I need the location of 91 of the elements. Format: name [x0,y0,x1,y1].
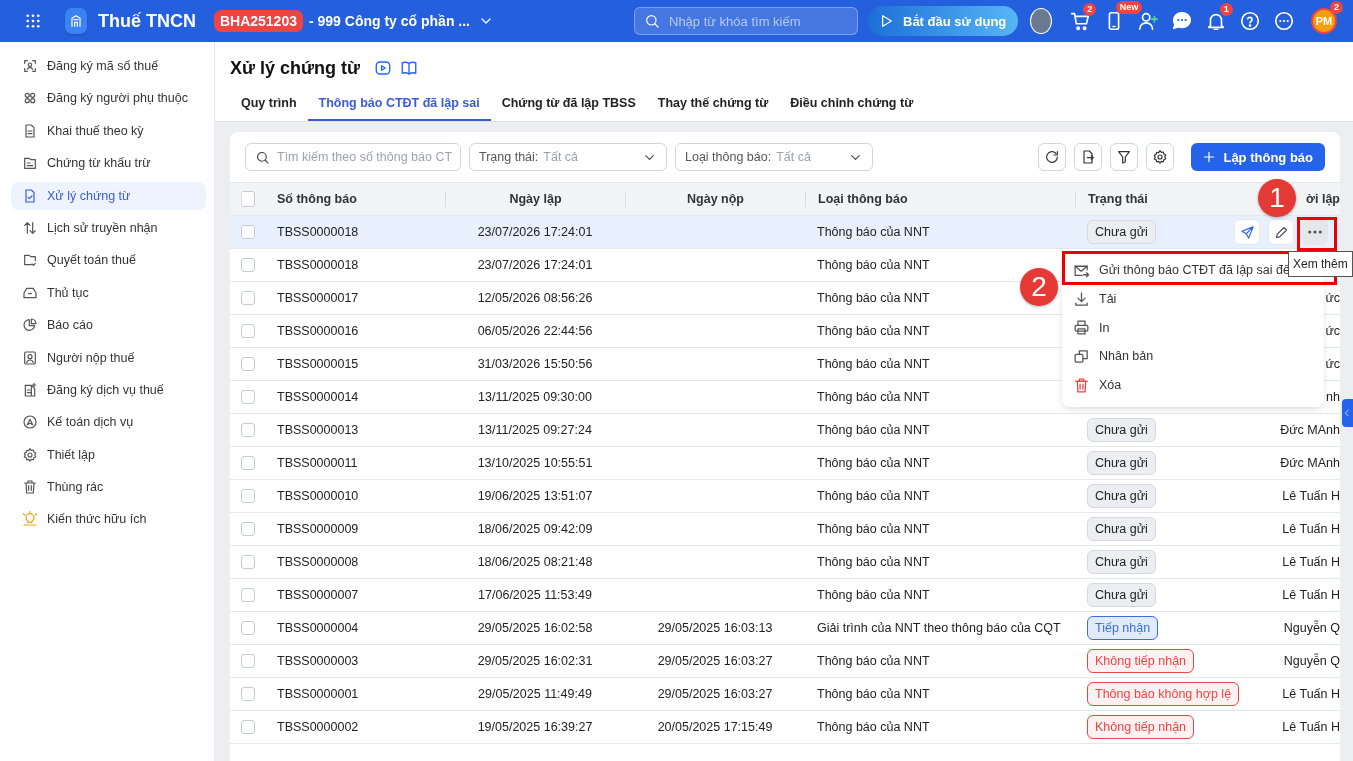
table-cell: 20/05/2025 17:15:49 [657,720,773,734]
table-cell: Giải trình của NNT theo thông báo của CQT [817,621,1061,635]
table-cell: Lê Tuấn H [1282,489,1340,503]
table-cell: 23/07/2026 17:24:01 [477,225,593,239]
column-header: ời lập [1306,191,1340,207]
table-cell: 13/11/2025 09:30:00 [478,390,592,404]
table-cell: 29/05/2025 16:02:31 [477,654,593,668]
table-cell: TBSS0000014 [277,390,359,404]
status-badge: Chưa gửi [1087,517,1156,541]
status-badge: Chưa gửi [1087,418,1156,442]
table-cell: TBSS0000011 [277,456,358,470]
table-cell: Thông báo của NNT [817,291,930,305]
status-badge: Chưa gửi [1087,220,1156,244]
table-cell: Thông báo của NNT [817,258,930,272]
table-cell: 29/05/2025 11:49:49 [478,687,592,701]
table-cell: 19/05/2025 16:39:27 [477,720,593,734]
table-cell: Thông báo của NNT [817,522,930,536]
table-cell: TBSS0000009 [277,522,359,536]
table-cell: TBSS0000016 [277,324,359,338]
table-cell: 29/05/2025 16:03:13 [657,621,773,635]
table-cell: Nguyễn Q [1283,654,1340,668]
table-cell: TBSS0000007 [277,588,359,602]
table-cell: TBSS0000017 [277,291,359,305]
status-badge: Tiếp nhận [1087,616,1159,640]
table-cell: TBSS0000018 [277,225,359,239]
status-badge: Không tiếp nhận [1087,715,1195,739]
table-cell: ức [1325,324,1340,338]
table-cell: Thông báo của NNT [817,324,930,338]
table-cell: Thông báo của NNT [817,357,930,371]
status-badge: Chưa gửi [1087,484,1156,508]
table-cell: TBSS0000003 [277,654,359,668]
count-badge: 2 [1083,3,1097,16]
table-cell: Lê Tuấn H [1282,720,1340,734]
table-cell: 18/06/2025 08:21:48 [477,555,593,569]
column-header: Số thông báo [277,191,357,207]
table-cell: Đức MAnh [1280,456,1340,470]
table-cell: TBSS0000002 [277,720,359,734]
table-cell: 13/11/2025 09:27:24 [478,423,592,437]
table-cell: Lê Tuấn H [1282,522,1340,536]
table-cell: TBSS0000010 [277,489,359,503]
table-cell: nh [1326,390,1340,404]
status-badge: Chưa gửi [1087,583,1156,607]
table-cell: 31/03/2026 15:50:56 [477,357,593,371]
status-badge: Không tiếp nhận [1087,649,1195,673]
table-cell: Thông báo của NNT [817,390,930,404]
table-cell: Lê Tuấn H [1282,555,1340,569]
column-header: Loại thông báo [818,191,908,207]
page-title: Xử lý chứng từ [230,57,361,79]
table-cell: Thông báo của NNT [817,555,930,569]
table-cell: TBSS0000013 [277,423,359,437]
table-cell: Thông báo của NNT [817,489,930,503]
table-cell: TBSS0000015 [277,357,359,371]
table-cell: 19/06/2025 13:51:07 [477,489,593,503]
table-cell: 29/05/2025 16:02:58 [477,621,593,635]
table-cell: 13/10/2025 10:55:51 [477,456,593,470]
table-cell: Lê Tuấn H [1282,588,1340,602]
status-badge: Chưa gửi [1087,550,1156,574]
table-cell: Nguyễn Q [1283,621,1340,635]
table-cell: Thông báo của NNT [817,456,930,470]
table-cell: TBSS0000018 [277,258,359,272]
app-name: Thuế TNCN [97,10,196,32]
table-cell: 12/05/2026 08:56:26 [477,291,593,305]
table-cell: Thông báo của NNT [817,588,930,602]
count-badge: 1 [1219,3,1233,16]
table-cell: Thông báo của NNT [817,423,930,437]
table-cell: Thông báo của NNT [817,654,930,668]
table-cell: TBSS0000004 [277,621,359,635]
org-code-badge: BHA251203 [213,10,303,32]
table-cell: 17/06/2025 11:53:49 [478,588,592,602]
table-cell: TBSS0000001 [277,687,359,701]
table-cell: 29/05/2025 16:03:27 [657,654,773,668]
status-badge: Chưa gửi [1087,451,1156,475]
table-cell: Thông báo của NNT [817,720,930,734]
table-cell: 06/05/2026 22:44:56 [477,324,593,338]
table-cell: Đức MAnh [1280,423,1340,437]
status-badge: Thông báo không hợp lệ [1087,682,1240,706]
tooltip: Xem thêm [1288,251,1353,277]
column-header: Ngày nộp [687,191,744,207]
table-cell: TBSS0000008 [277,555,359,569]
table-cell: Lê Tuấn H [1282,687,1340,701]
table-cell: ức [1325,357,1340,371]
count-badge: 2 [1330,1,1343,14]
column-header: Ngày lập [509,191,562,207]
table-cell: 23/07/2026 17:24:01 [477,258,593,272]
table-cell: 18/06/2025 09:42:09 [477,522,593,536]
table-cell: 29/05/2025 16:03:27 [657,687,773,701]
table-cell: Thông báo của NNT [817,687,930,701]
count-badge: New [1115,1,1143,14]
table-cell: ức [1325,291,1340,305]
column-header: Trạng thái [1088,191,1148,207]
table-cell: Thông báo của NNT [817,225,930,239]
